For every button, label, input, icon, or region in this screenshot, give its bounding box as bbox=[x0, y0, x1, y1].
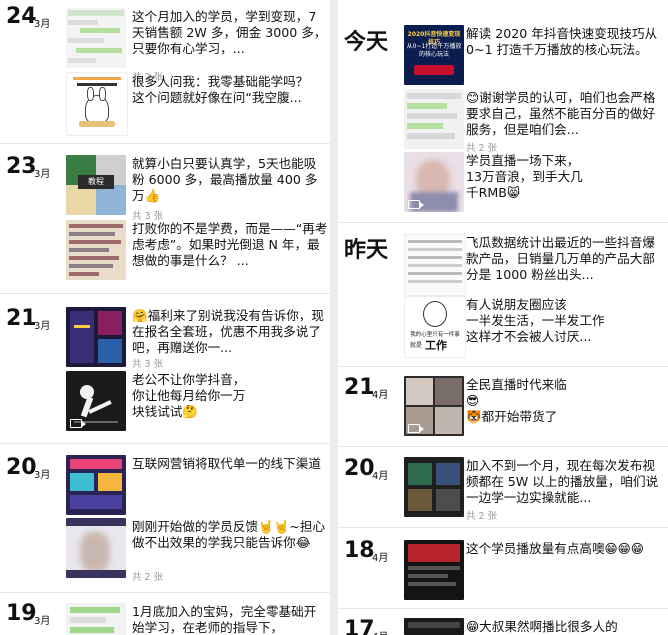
post-text[interactable]: 老公不让你学抖音， 你让他每月给你一万 块钱试试🤔 bbox=[132, 372, 328, 420]
post-thumbnail[interactable] bbox=[404, 618, 464, 635]
date-day: 17 bbox=[344, 617, 375, 635]
banner-subtext: 从0~1打造千万播放的核心玩法 bbox=[406, 43, 462, 58]
post-thumbnail[interactable]: 2020抖音快速变现技巧 从0~1打造千万播放的核心玩法 bbox=[404, 25, 464, 85]
image-count: 共 3 张 bbox=[132, 359, 164, 370]
post-text[interactable]: 互联网营销将取代单一的线下渠道 bbox=[132, 456, 328, 472]
post-thumbnail[interactable] bbox=[66, 371, 126, 431]
post-thumbnail[interactable] bbox=[404, 540, 464, 600]
date-month: 3月 bbox=[34, 470, 51, 481]
date-day: 20 bbox=[6, 455, 37, 480]
date-month: 3月 bbox=[34, 321, 51, 332]
post-text[interactable]: 🤗福利来了别说我没有告诉你，现在报名全套班，优惠不用我多说了吧，再赠送你一... bbox=[132, 308, 328, 356]
date-day: 21 bbox=[6, 306, 37, 331]
date-month: 4月 bbox=[372, 471, 389, 482]
post-thumbnail[interactable] bbox=[66, 603, 126, 635]
timeline-panel-left: 24 3月 这个月加入的学员，学到变现，7天销售额 2W 多，佣金 3000 多… bbox=[0, 0, 330, 635]
image-count: 共 3 张 bbox=[132, 211, 164, 222]
sketch-caption-2: 就是 bbox=[409, 342, 422, 349]
post-text[interactable]: 😁大叔果然啊播比很多人的 bbox=[466, 619, 662, 635]
post-thumbnail[interactable] bbox=[404, 89, 464, 149]
post-thumbnail[interactable] bbox=[66, 8, 126, 68]
date-label: 今天 bbox=[344, 30, 389, 55]
post-text[interactable]: 飞瓜数据统计出最近的一些抖音爆款产品，日销量几万单的产品大部分是 1000 粉丝… bbox=[466, 235, 662, 283]
post-thumbnail[interactable] bbox=[66, 220, 126, 280]
post-text[interactable]: 这个学员播放量有点高噢😁😁😁 bbox=[466, 541, 662, 557]
video-icon bbox=[70, 419, 86, 428]
date-day: 20 bbox=[344, 456, 375, 481]
date-day: 23 bbox=[6, 154, 37, 179]
post-thumbnail[interactable] bbox=[66, 518, 126, 578]
date-day: 19 bbox=[6, 601, 37, 626]
timeline-panel-right: 今天 2020抖音快速变现技巧 从0~1打造千万播放的核心玩法 解读 2020 … bbox=[338, 0, 668, 635]
video-icon bbox=[408, 424, 424, 433]
post-text[interactable]: 学员直播一场下来， 13万音浪，到手大几 千RMB😸 bbox=[466, 153, 662, 201]
post-text[interactable]: 刚刚开始做的学员反馈🤘🤘~担心做不出效果的学我只能告诉你😂 bbox=[132, 519, 328, 551]
post-text[interactable]: 很多人问我：我零基础能学吗？ 这个问题就好像在问“我空腹... bbox=[132, 74, 328, 106]
date-month: 3月 bbox=[34, 19, 51, 30]
post-text[interactable]: 全民直播时代来临 😎 🐯都开始带货了 bbox=[466, 377, 662, 425]
post-text[interactable]: 加入不到一个月，现在每次发布视频都在 5W 以上的播放量，咱们说一边学一边实操就… bbox=[466, 458, 662, 506]
date-month: 4月 bbox=[372, 553, 389, 564]
post-thumbnail[interactable] bbox=[404, 152, 464, 212]
post-text[interactable]: 就算小白只要认真学，5天也能吸粉 6000 多，最高播放量 400 多万👍 bbox=[132, 156, 328, 204]
date-label: 昨天 bbox=[344, 238, 389, 263]
date-day: 18 bbox=[344, 538, 375, 563]
date-day: 24 bbox=[6, 4, 37, 29]
post-thumbnail[interactable] bbox=[66, 455, 126, 515]
image-count: 共 2 张 bbox=[466, 511, 498, 522]
post-thumbnail[interactable] bbox=[66, 307, 126, 367]
post-text[interactable]: 这个月加入的学员，学到变现，7天销售额 2W 多，佣金 3000 多，只要你有心… bbox=[132, 9, 328, 57]
sketch-word: 工作 bbox=[425, 339, 447, 352]
post-thumbnail[interactable] bbox=[66, 72, 128, 136]
date-month: 3月 bbox=[34, 616, 51, 627]
date-month: 4月 bbox=[372, 390, 389, 401]
post-text[interactable]: 1月底加入的宝妈，完全零基础开始学习，在老师的指导下， bbox=[132, 604, 328, 635]
post-thumbnail[interactable] bbox=[404, 457, 464, 517]
date-month: 3月 bbox=[34, 169, 51, 180]
post-text[interactable]: 解读 2020 年抖音快速变现技巧从 0~1 打造千万播放的核心玩法。 bbox=[466, 26, 662, 58]
post-text[interactable]: 打败你的不是学费，而是——“再考虑考虑”。如果时光倒退 N 年，最想做的事是什么… bbox=[132, 221, 328, 269]
post-thumbnail[interactable] bbox=[404, 234, 466, 296]
date-day: 21 bbox=[344, 375, 375, 400]
post-thumbnail[interactable]: 我的心里只有一件事 就是 工作 bbox=[404, 296, 466, 358]
video-icon bbox=[408, 200, 424, 209]
image-count: 共 2 张 bbox=[466, 143, 498, 154]
post-text[interactable]: 有人说朋友圈应该 一半发生活，一半发工作 这样才不会被人讨厌... bbox=[466, 297, 662, 345]
post-thumbnail[interactable] bbox=[404, 376, 464, 436]
post-thumbnail[interactable]: 教程 bbox=[66, 155, 126, 215]
date-month: 4月 bbox=[372, 628, 388, 635]
image-count: 共 2 张 bbox=[132, 572, 164, 583]
post-text[interactable]: 😊谢谢学员的认可，咱们也会严格要求自己，虽然不能百分百的做好服务，但是咱们会..… bbox=[466, 90, 662, 138]
